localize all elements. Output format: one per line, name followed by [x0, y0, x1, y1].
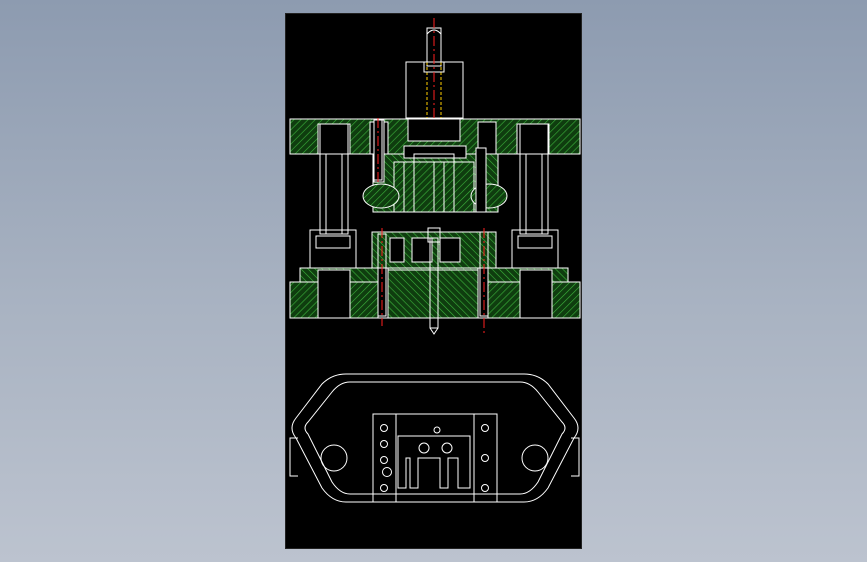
left-guide-hole	[320, 444, 348, 472]
die-set-outline	[291, 373, 579, 503]
lower-die	[371, 227, 497, 269]
right-guide-hole	[521, 444, 549, 472]
front-section-view	[289, 18, 581, 336]
top-plan-view	[289, 373, 580, 503]
left-clamp-tab	[289, 437, 298, 477]
right-clamp-tab	[571, 437, 580, 477]
die-set-inner-outline	[304, 381, 566, 495]
lower-die-plate	[289, 267, 581, 319]
punch-profile	[397, 435, 471, 489]
die-assembly-drawing	[289, 18, 581, 503]
cad-drawing-viewport[interactable]	[285, 13, 582, 549]
